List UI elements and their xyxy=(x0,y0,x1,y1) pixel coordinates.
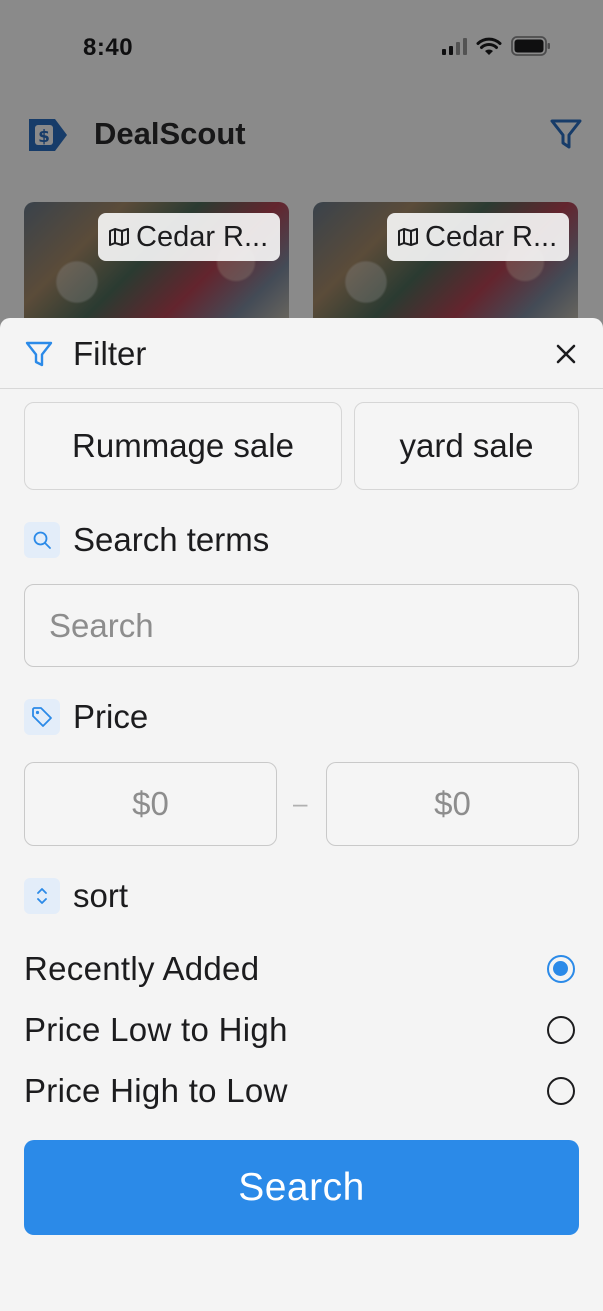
sort-option-label: Price Low to High xyxy=(24,1011,288,1048)
location-label: Cedar R... xyxy=(136,220,269,253)
location-chip: Cedar R... xyxy=(98,213,281,261)
sort-option-price-high-to-low[interactable]: Price High to Low xyxy=(24,1066,579,1116)
map-icon xyxy=(109,228,129,246)
search-terms-label: Search terms xyxy=(73,521,270,558)
sort-option-label: Price High to Low xyxy=(24,1072,288,1109)
search-terms-heading: Search terms xyxy=(24,521,269,559)
price-range-separator: – xyxy=(293,788,308,818)
search-button[interactable]: Search xyxy=(24,1140,579,1235)
close-icon xyxy=(556,344,576,364)
sheet-title: Filter xyxy=(73,335,147,372)
location-label: Cedar R... xyxy=(425,220,558,253)
location-chip: Cedar R... xyxy=(387,213,570,261)
sort-heading: sort xyxy=(24,877,128,915)
map-icon xyxy=(398,228,418,246)
price-label: Price xyxy=(73,698,149,735)
category-chip-rummage-sale[interactable]: Rummage sale xyxy=(24,402,342,490)
sort-option-recently-added[interactable]: Recently Added xyxy=(24,944,579,994)
sheet-header: Filter xyxy=(0,318,603,389)
category-chip-yard-sale[interactable]: yard sale xyxy=(354,402,579,490)
sort-option-price-low-to-high[interactable]: Price Low to High xyxy=(24,1005,579,1055)
price-heading: Price xyxy=(24,698,148,736)
radio-button[interactable] xyxy=(547,1077,575,1105)
close-button[interactable] xyxy=(551,339,581,369)
sort-label: sort xyxy=(73,877,129,914)
price-tag-icon xyxy=(24,699,60,735)
min-price-input[interactable] xyxy=(24,762,277,846)
max-price-input[interactable] xyxy=(326,762,579,846)
chevron-up-down-icon xyxy=(24,878,60,914)
filter-sheet: Filter Rummage sale yard sale Search ter… xyxy=(0,318,603,1311)
radio-button[interactable] xyxy=(547,1016,575,1044)
search-icon xyxy=(24,522,60,558)
filter-icon xyxy=(25,340,53,373)
sort-option-label: Recently Added xyxy=(24,950,260,987)
search-input[interactable] xyxy=(24,584,579,667)
radio-button-selected[interactable] xyxy=(547,955,575,983)
